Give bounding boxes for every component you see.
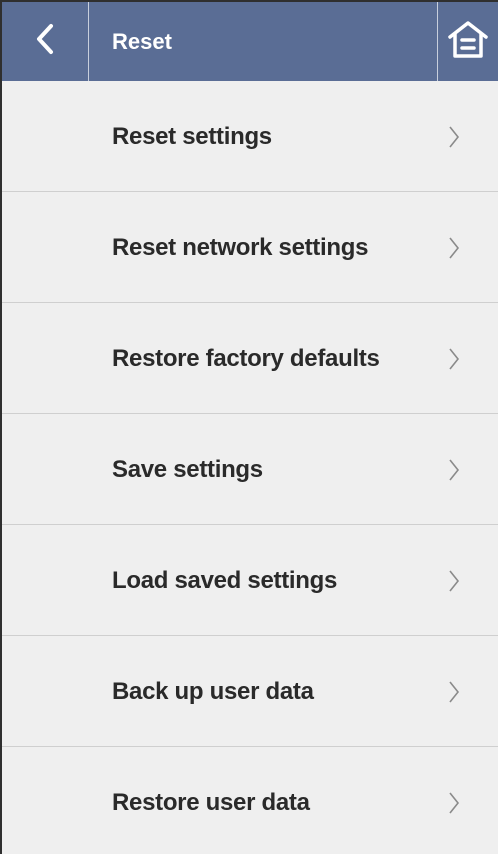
menu-item-restore-factory-defaults[interactable]: Restore factory defaults bbox=[2, 303, 498, 414]
menu-item-reset-settings[interactable]: Reset settings bbox=[2, 81, 498, 192]
menu-item-save-settings[interactable]: Save settings bbox=[2, 414, 498, 525]
home-button[interactable] bbox=[437, 2, 498, 81]
menu-list: Reset settings Reset network settings Re… bbox=[2, 81, 498, 858]
menu-item-label: Save settings bbox=[112, 456, 263, 483]
chevron-right-icon bbox=[442, 525, 466, 636]
chevron-right-icon bbox=[442, 414, 466, 525]
back-button[interactable] bbox=[2, 2, 89, 81]
menu-item-label: Load saved settings bbox=[112, 567, 338, 594]
menu-item-reset-network-settings[interactable]: Reset network settings bbox=[2, 192, 498, 303]
menu-item-label: Reset network settings bbox=[112, 234, 369, 261]
menu-item-label: Restore user data bbox=[112, 789, 310, 816]
chevron-right-icon bbox=[442, 636, 466, 747]
chevron-right-icon bbox=[442, 81, 466, 192]
chevron-right-icon bbox=[442, 303, 466, 414]
menu-item-label: Restore factory defaults bbox=[112, 345, 380, 372]
chevron-left-icon bbox=[34, 23, 56, 60]
home-icon bbox=[446, 19, 490, 64]
menu-item-back-up-user-data[interactable]: Back up user data bbox=[2, 636, 498, 747]
reset-screen: Reset Reset settings Reset network setti… bbox=[0, 0, 498, 854]
header-bar: Reset bbox=[2, 0, 498, 81]
page-title: Reset bbox=[112, 29, 172, 54]
menu-item-label: Back up user data bbox=[112, 678, 314, 705]
menu-item-restore-user-data[interactable]: Restore user data bbox=[2, 747, 498, 858]
menu-item-label: Reset settings bbox=[112, 123, 272, 150]
menu-item-load-saved-settings[interactable]: Load saved settings bbox=[2, 525, 498, 636]
chevron-right-icon bbox=[442, 747, 466, 858]
chevron-right-icon bbox=[442, 192, 466, 303]
